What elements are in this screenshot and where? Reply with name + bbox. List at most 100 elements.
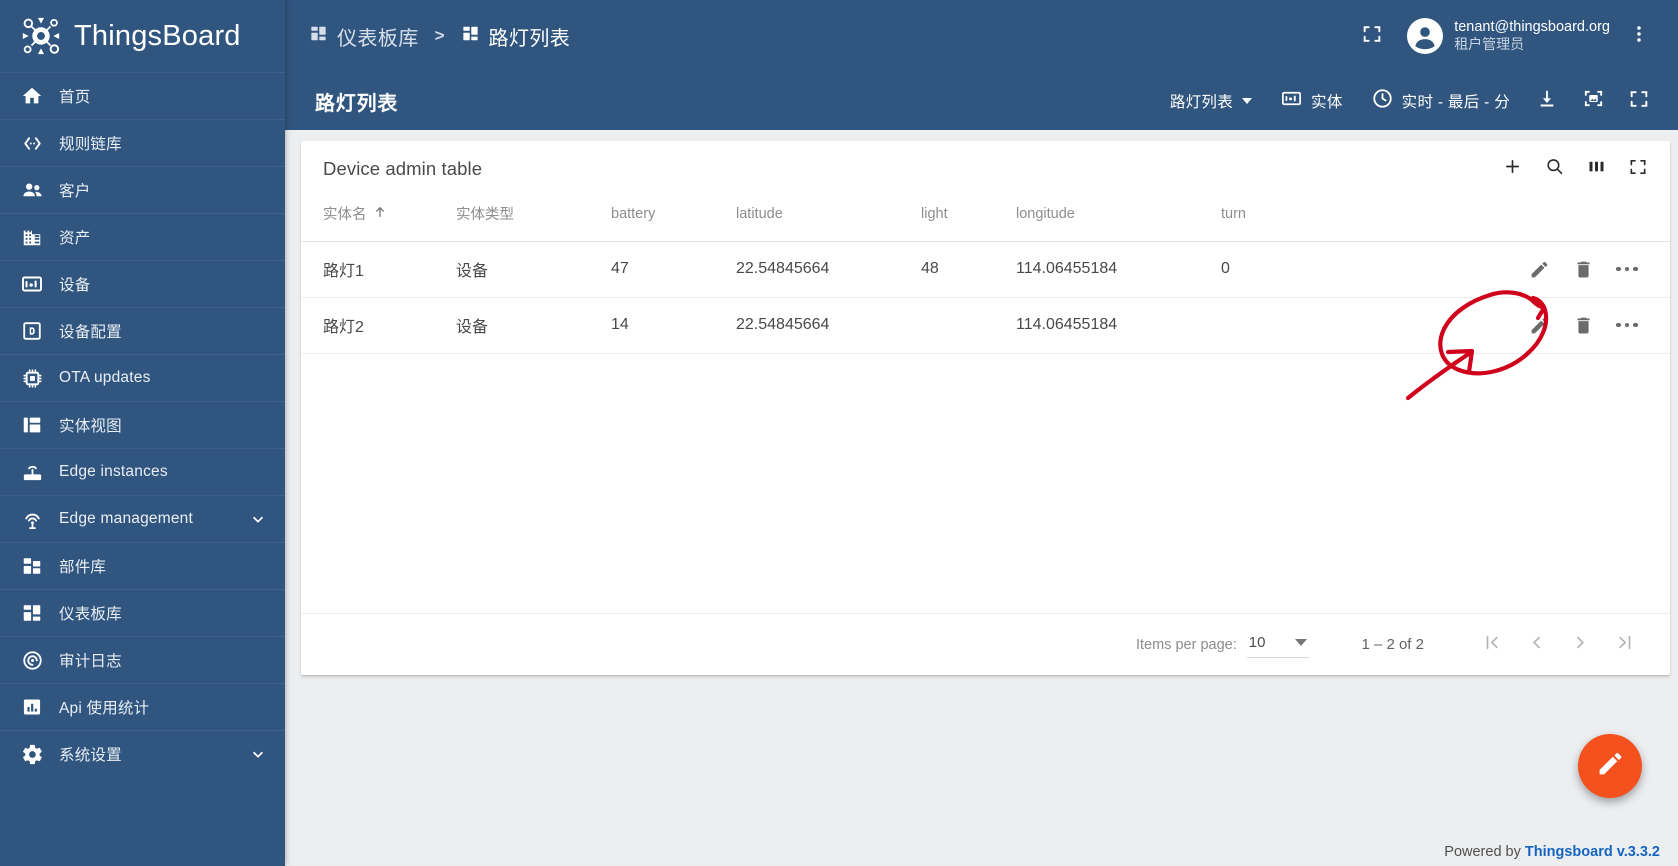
export-dashboard-button[interactable] [1526,80,1568,122]
footer-link[interactable]: Thingsboard v.3.3.2 [1525,844,1660,860]
chevron-down-icon[interactable] [248,744,268,764]
brand[interactable]: ThingsBoard [0,0,285,72]
fullscreen-icon [1628,88,1650,115]
cell-battery: 47 [611,241,736,298]
export-image-button[interactable] [1572,80,1614,122]
cell-name: 路灯2 [301,297,456,354]
widget-header-actions [1492,149,1658,189]
widget-title: Device admin table [323,158,483,179]
previous-page-button[interactable] [1514,623,1558,667]
sidebar-item-customers[interactable]: 客户 [0,166,285,213]
cell-longitude: 114.06455184 [1016,241,1221,298]
dashboard-state-selector[interactable]: 路灯列表 [1158,81,1264,121]
next-page-button[interactable] [1558,623,1602,667]
entity-alias-icon [1280,87,1303,115]
chevron-down-icon [1295,639,1308,646]
cell-light [921,297,1016,354]
fullscreen-icon [1628,157,1648,182]
column-display-button[interactable] [1576,149,1616,189]
breadcrumb-item-current[interactable]: 路灯列表 [461,22,571,51]
sidebar: ThingsBoard 首页 规则链库 客户 资产 设备 设备配置 OTA up… [0,0,285,866]
table-row[interactable]: 路灯2 设备 14 22.54845664 114.06455184 [301,297,1670,354]
sidebar-item-audit-logs[interactable]: 审计日志 [0,636,285,683]
column-header-longitude[interactable]: longitude [1016,197,1221,242]
items-per-page-label: Items per page: [1136,636,1237,653]
entity-alias-button[interactable]: 实体 [1268,81,1355,121]
sidebar-item-device-profiles[interactable]: 设备配置 [0,307,285,354]
column-header-turn[interactable]: turn [1221,197,1426,242]
timewindow-label: 实时 - 最后 - 分 [1401,94,1510,111]
sidebar-item-assets[interactable]: 资产 [0,213,285,260]
widget-fullscreen-button[interactable] [1618,149,1658,189]
sidebar-item-home[interactable]: 首页 [0,72,285,119]
sidebar-item-edge-instances[interactable]: Edge instances [0,448,285,495]
delete-row-button[interactable] [1570,312,1596,338]
sidebar-item-edge-management[interactable]: Edge management [0,495,285,542]
cell-turn: 0 [1221,241,1426,298]
edit-row-button[interactable] [1526,312,1552,338]
fullscreen-button[interactable] [1351,15,1393,57]
breadcrumb-label: 路灯列表 [488,27,571,50]
user-menu[interactable]: tenant@thingsboard.org 租户管理员 [1397,18,1614,54]
sidebar-item-devices[interactable]: 设备 [0,260,285,307]
sidebar-item-system-settings[interactable]: 系统设置 [0,730,285,777]
top-toolbar-actions: tenant@thingsboard.org 租户管理员 [1351,15,1660,57]
sidebar-item-dashboards[interactable]: 仪表板库 [0,589,285,636]
sidebar-item-label: 客户 [59,183,91,200]
delete-row-button[interactable] [1570,256,1596,282]
sidebar-nav: 首页 规则链库 客户 资产 设备 设备配置 OTA updates 实体视图 E… [0,72,285,866]
footer: Powered by Thingsboard v.3.3.2 [1444,844,1660,860]
fullscreen-icon [1361,23,1383,50]
edit-dashboard-fab[interactable] [1578,734,1642,798]
cell-type: 设备 [456,241,611,298]
add-entity-button[interactable] [1492,149,1532,189]
sidebar-item-api-usage[interactable]: Api 使用统计 [0,683,285,730]
entity-alias-label: 实体 [1311,94,1343,111]
chevron-down-icon[interactable] [248,509,268,529]
customers-icon [19,177,45,203]
sidebar-item-rule-chains[interactable]: 规则链库 [0,119,285,166]
sidebar-item-ota-updates[interactable]: OTA updates [0,354,285,401]
sidebar-item-label: 设备配置 [59,324,122,341]
avatar [1407,18,1444,54]
device-admin-table-widget: Device admin table 实体名 实体类型 battery lati… [301,141,1670,675]
sidebar-item-label: Api 使用统计 [59,700,150,717]
assets-icon [19,224,45,250]
top-more-button[interactable] [1618,15,1660,57]
pencil-icon [1596,749,1625,783]
cell-actions [1426,297,1670,354]
column-label: 实体名 [323,207,367,224]
column-header-name[interactable]: 实体名 [301,197,456,242]
items-per-page-select[interactable]: 10 [1246,631,1310,658]
last-page-button[interactable] [1602,623,1646,667]
sidebar-item-entity-views[interactable]: 实体视图 [0,401,285,448]
sidebar-item-widgets-library[interactable]: 部件库 [0,542,285,589]
column-header-type[interactable]: 实体类型 [456,197,611,242]
cell-latitude: 22.54845664 [736,241,921,298]
sidebar-item-label: 规则链库 [59,136,122,153]
thingsboard-logo-icon [19,14,63,58]
row-more-button[interactable] [1614,256,1640,282]
page-range-label: 1 – 2 of 2 [1361,636,1424,653]
router-icon [19,459,45,485]
sidebar-item-label: Edge management [59,510,193,527]
devices-icon [19,271,45,297]
edge-management-icon [19,506,45,532]
table-body: 路灯1 设备 47 22.54845664 48 114.06455184 0 [301,241,1670,354]
column-header-latitude[interactable]: latitude [736,197,921,242]
table-row[interactable]: 路灯1 设备 47 22.54845664 48 114.06455184 0 [301,241,1670,298]
search-button[interactable] [1534,149,1574,189]
row-more-button[interactable] [1614,312,1640,338]
edit-row-button[interactable] [1526,256,1552,282]
first-page-button[interactable] [1470,623,1514,667]
dashboard-canvas: Device admin table 实体名 实体类型 battery lati… [285,130,1678,866]
breadcrumb-item-dashboards[interactable]: 仪表板库 [309,22,419,51]
dashboard-fullscreen-button[interactable] [1618,80,1660,122]
column-header-light[interactable]: light [921,197,1016,242]
rule-chain-icon [19,130,45,156]
entity-view-icon [19,412,45,438]
column-header-battery[interactable]: battery [611,197,736,242]
dashboard-toolbar: 路灯列表 路灯列表 实体 实时 - 最后 - 分 [285,72,1678,130]
timewindow-button[interactable]: 实时 - 最后 - 分 [1359,81,1522,121]
widgets-icon [19,553,45,579]
